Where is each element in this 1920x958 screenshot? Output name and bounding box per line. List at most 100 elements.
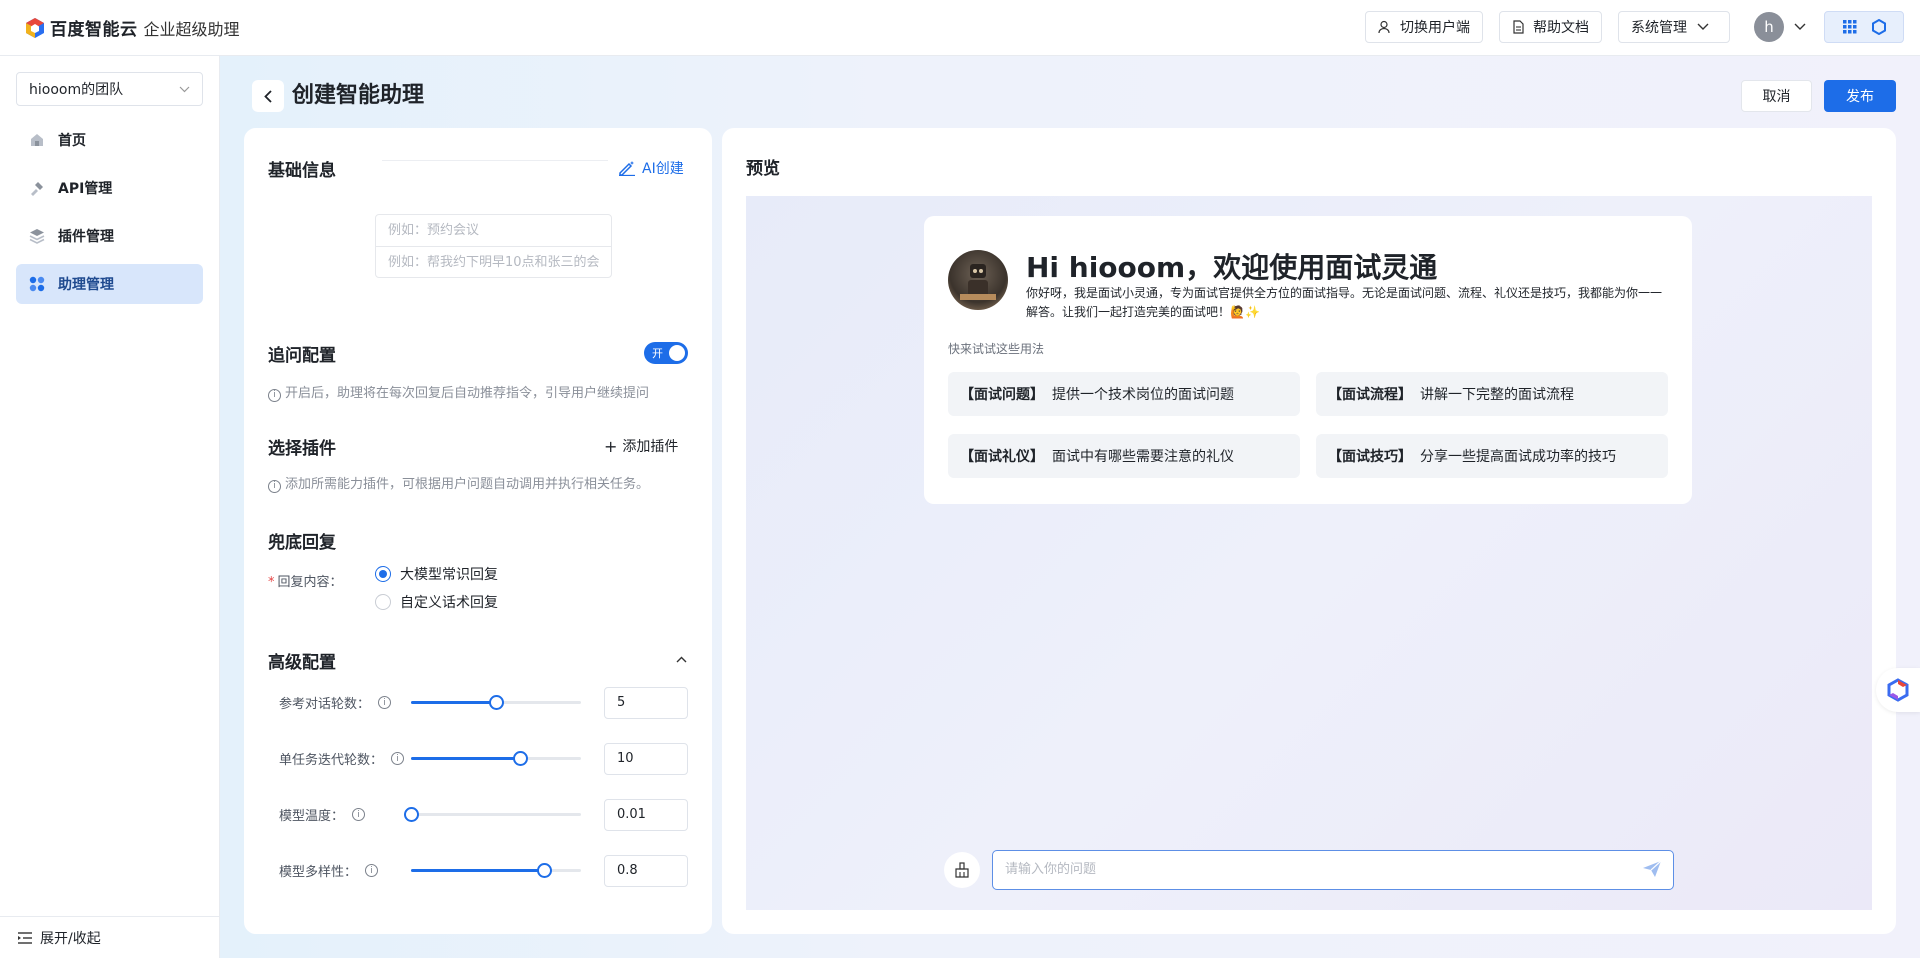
preview-panel: 预览 Hi hiooom，欢迎使用面试灵通 你好呀，我是面试小灵通，专为面试官提… bbox=[722, 128, 1896, 934]
chevron-down-icon bbox=[179, 86, 190, 92]
assistant-logo-icon bbox=[1887, 678, 1909, 702]
publish-button[interactable]: 发布 bbox=[1824, 80, 1896, 112]
slider-handle[interactable] bbox=[404, 807, 419, 822]
chevron-up-icon[interactable] bbox=[676, 656, 687, 663]
toggle-label: 开 bbox=[652, 347, 663, 360]
sidebar-collapse-label: 展开/收起 bbox=[40, 930, 101, 947]
example-input-1[interactable]: 例如：预约会议 bbox=[376, 215, 611, 246]
slider-turns[interactable] bbox=[411, 695, 581, 710]
slider-fill bbox=[411, 869, 544, 872]
fallback-title: 兜底回复 bbox=[268, 533, 336, 553]
reply-content-label: * 回复内容： bbox=[268, 575, 343, 590]
chevron-down-icon bbox=[1697, 23, 1709, 30]
config-panel: 基础信息 AI创建 例如：预约会议 例如：帮我约下明早10点和张三的会 追问配置… bbox=[244, 128, 712, 934]
send-icon[interactable] bbox=[1642, 860, 1662, 878]
cancel-button[interactable]: 取消 bbox=[1741, 80, 1812, 112]
add-plugin-button[interactable]: + 添加插件 bbox=[604, 436, 678, 456]
switch-user-label: 切换用户端 bbox=[1400, 20, 1470, 36]
followup-title: 追问配置 bbox=[268, 346, 336, 366]
system-management-dropdown[interactable]: 系统管理 bbox=[1618, 11, 1730, 43]
sidebar-item-home[interactable]: 首页 bbox=[16, 120, 203, 160]
hexagon-logo-icon bbox=[1871, 19, 1886, 35]
plus-icon: + bbox=[604, 436, 618, 456]
team-select[interactable]: hiooom的团队 bbox=[16, 72, 203, 106]
slider-handle[interactable] bbox=[536, 863, 552, 878]
followup-toggle[interactable]: 开 bbox=[644, 342, 688, 364]
ai-create-label: AI创建 bbox=[642, 161, 684, 177]
user-switch-icon bbox=[1378, 20, 1390, 34]
chat-input[interactable]: 请输入你的问题 bbox=[992, 850, 1674, 890]
api-icon bbox=[28, 179, 46, 197]
preview-stage: Hi hiooom，欢迎使用面试灵通 你好呀，我是面试小灵通，专为面试官提供全方… bbox=[746, 196, 1872, 910]
iterations-input[interactable]: 10 bbox=[604, 743, 688, 775]
slider-handle[interactable] bbox=[512, 751, 528, 766]
sidebar-item-label: 助理管理 bbox=[58, 277, 114, 293]
brand[interactable]: 百度智能云 企业超级助理 bbox=[24, 15, 240, 40]
chevron-left-icon bbox=[264, 89, 272, 103]
radio-button[interactable] bbox=[375, 594, 391, 610]
sidebar-item-api[interactable]: API管理 bbox=[16, 168, 203, 208]
collapse-menu-icon bbox=[18, 931, 32, 944]
radio-button-checked[interactable] bbox=[375, 566, 391, 582]
slider-fill bbox=[411, 757, 520, 760]
example-input-2[interactable]: 例如：帮我约下明早10点和张三的会 bbox=[376, 246, 611, 277]
sidebar-item-label: API管理 bbox=[58, 181, 113, 197]
example-commands: 例如：预约会议 例如：帮我约下明早10点和张三的会 bbox=[375, 214, 612, 278]
sidebar-nav: 首页 API管理 插件管理 助理管理 bbox=[0, 120, 219, 304]
brand-name: 百度智能云 bbox=[50, 20, 138, 40]
info-icon: i bbox=[352, 808, 366, 821]
suggestion-chip[interactable]: 【面试技巧】 分享一些提高面试成功率的技巧 bbox=[1316, 434, 1668, 478]
slider-iterations[interactable] bbox=[411, 751, 581, 766]
slider-label-iterations: 单任务迭代轮数： i bbox=[279, 749, 405, 768]
apps-grid-icon bbox=[1842, 20, 1856, 34]
sidebar-collapse-toggle[interactable]: 展开/收起 bbox=[0, 916, 220, 958]
help-docs-label: 帮助文档 bbox=[1533, 20, 1589, 36]
suggestion-chip[interactable]: 【面试流程】 讲解一下完整的面试流程 bbox=[1316, 372, 1668, 416]
advanced-title: 高级配置 bbox=[268, 653, 336, 673]
plugin-icon bbox=[28, 227, 46, 245]
slider-handle[interactable] bbox=[489, 695, 504, 710]
radio-llm-reply[interactable]: 大模型常识回复 bbox=[375, 564, 498, 584]
slider-temperature[interactable] bbox=[404, 807, 581, 822]
add-plugin-label: 添加插件 bbox=[622, 439, 679, 455]
help-docs-button[interactable]: 帮助文档 bbox=[1499, 11, 1602, 43]
diversity-input[interactable]: 0.8 bbox=[604, 855, 688, 887]
temperature-input[interactable]: 0.01 bbox=[604, 799, 688, 831]
home-icon bbox=[28, 131, 46, 149]
welcome-greeting: Hi hiooom，欢迎使用面试灵通 bbox=[1026, 251, 1438, 284]
radio-label: 大模型常识回复 bbox=[400, 567, 498, 583]
avatar-chevron-down-icon[interactable] bbox=[1794, 23, 1806, 31]
divider bbox=[382, 160, 608, 161]
assistant-icon bbox=[28, 275, 46, 293]
sidebar-item-plugins[interactable]: 插件管理 bbox=[16, 216, 203, 256]
plugin-title: 选择插件 bbox=[268, 439, 336, 459]
floating-assistant-button[interactable] bbox=[1876, 668, 1920, 712]
ai-create-button[interactable]: AI创建 bbox=[618, 158, 684, 178]
slider-diversity[interactable] bbox=[411, 863, 581, 878]
magic-edit-icon bbox=[619, 161, 635, 176]
sidebar-item-assistants[interactable]: 助理管理 bbox=[16, 264, 203, 304]
try-label: 快来试试这些用法 bbox=[948, 342, 1045, 356]
brand-logo-icon bbox=[24, 17, 46, 39]
radio-custom-reply[interactable]: 自定义话术回复 bbox=[375, 592, 498, 612]
clear-chat-button[interactable] bbox=[944, 852, 980, 888]
document-icon bbox=[1513, 20, 1524, 34]
info-icon: i bbox=[268, 388, 281, 402]
bot-avatar bbox=[948, 250, 1008, 310]
radio-label: 自定义话术回复 bbox=[400, 595, 498, 611]
turns-input[interactable]: 5 bbox=[604, 687, 688, 719]
app-switcher[interactable] bbox=[1824, 11, 1904, 43]
slider-label-turns: 参考对话轮数： i bbox=[279, 693, 392, 712]
suggestion-chip[interactable]: 【面试礼仪】 面试中有哪些需要注意的礼仪 bbox=[948, 434, 1300, 478]
back-button[interactable] bbox=[252, 80, 284, 112]
switch-user-button[interactable]: 切换用户端 bbox=[1365, 11, 1483, 43]
team-name: hiooom的团队 bbox=[29, 82, 124, 98]
suggestion-chip[interactable]: 【面试问题】 提供一个技术岗位的面试问题 bbox=[948, 372, 1300, 416]
welcome-description: 你好呀，我是面试小灵通，专为面试官提供全方位的面试指导。无论是面试问题、流程、礼… bbox=[1026, 286, 1663, 319]
top-bar: 百度智能云 企业超级助理 切换用户端 帮助文档 系统管理 h bbox=[0, 0, 1920, 56]
info-icon: i bbox=[268, 479, 281, 493]
product-name: 企业超级助理 bbox=[143, 19, 240, 39]
welcome-card: Hi hiooom，欢迎使用面试灵通 你好呀，我是面试小灵通，专为面试官提供全方… bbox=[924, 216, 1692, 504]
sidebar: hiooom的团队 首页 API管理 插件管理 助理管理 展开/收起 bbox=[0, 56, 220, 958]
avatar[interactable]: h bbox=[1754, 12, 1784, 42]
